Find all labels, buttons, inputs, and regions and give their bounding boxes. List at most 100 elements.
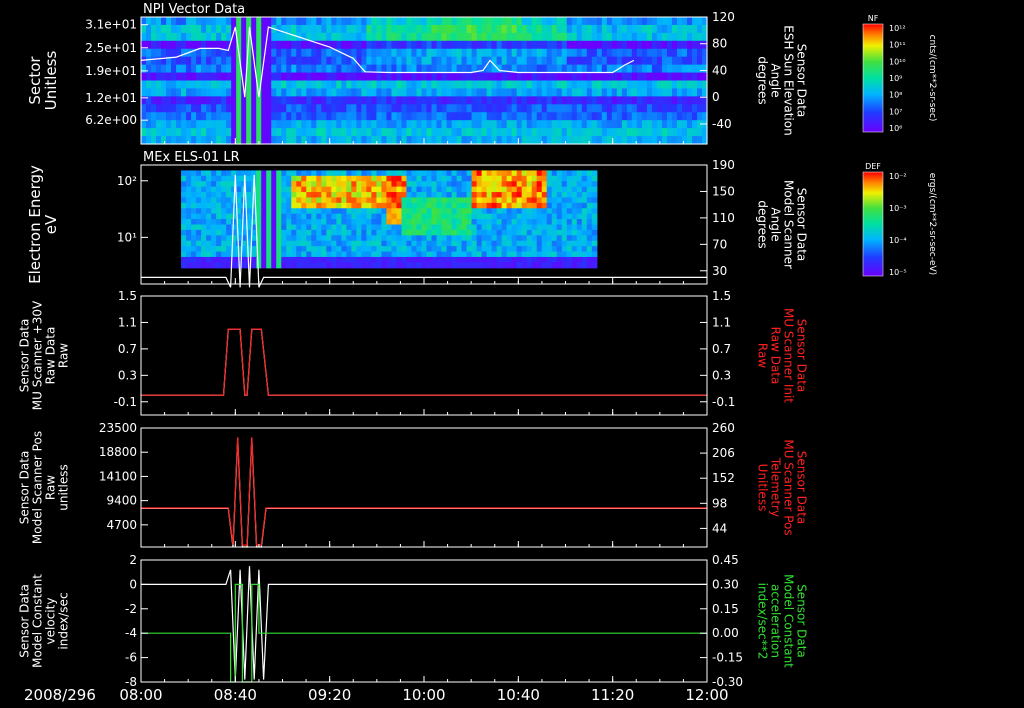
- els-heatmap-cell: [401, 251, 408, 258]
- els-heatmap-cell: [426, 208, 433, 215]
- y-axis-title-line: Unitless: [42, 51, 60, 111]
- els-heatmap-cell: [311, 208, 317, 215]
- npi-heatmap-cell: [341, 17, 347, 26]
- npi-heatmap-cell: [511, 56, 518, 66]
- npi-heatmap-cell: [386, 48, 393, 58]
- els-heatmap-cell: [461, 197, 468, 204]
- els-heatmap-cell: [346, 170, 352, 177]
- els-heatmap-cell: [446, 240, 453, 247]
- npi-heatmap-cell: [301, 128, 307, 137]
- els-heatmap-cell: [356, 251, 362, 258]
- els-heatmap-cell: [336, 186, 342, 193]
- els-heatmap-cell: [301, 240, 307, 247]
- els-heatmap-cell: [321, 219, 327, 226]
- npi-heatmap-cell: [241, 32, 247, 42]
- els-heatmap-cell: [331, 256, 337, 263]
- npi-heatmap-cell: [681, 80, 688, 90]
- npi-heatmap-cell: [196, 136, 202, 145]
- els-heatmap-cell: [206, 224, 212, 231]
- npi-heatmap-cell: [461, 120, 468, 129]
- npi-heatmap-cell: [551, 80, 558, 90]
- els-heatmap-cell: [551, 235, 558, 242]
- els-heatmap-cell: [196, 202, 202, 209]
- els-heatmap-cell: [386, 246, 393, 253]
- els-heatmap-cell: [511, 202, 518, 209]
- npi-heatmap-cell: [676, 24, 683, 34]
- npi-heatmap-cell: [496, 120, 503, 129]
- npi-heatmap-cell: [186, 104, 192, 113]
- els-heatmap-cell: [211, 256, 217, 263]
- npi-heatmap-cell: [276, 96, 282, 105]
- npi-heatmap-cell: [231, 128, 237, 137]
- els-heatmap-cell: [311, 224, 317, 231]
- npi-heatmap-cell: [526, 32, 533, 42]
- els-heatmap-cell: [341, 170, 347, 177]
- npi-heatmap-cell: [371, 136, 378, 145]
- npi-heatmap-cell: [326, 96, 332, 105]
- npi-heatmap-cell: [341, 88, 347, 97]
- npi-heatmap-cell: [661, 88, 668, 97]
- els-heatmap-cell: [421, 202, 428, 209]
- els-heatmap-cell: [551, 202, 558, 209]
- npi-heatmap-cell: [641, 17, 648, 26]
- els-heatmap-cell: [271, 256, 277, 263]
- npi-heatmap-cell: [211, 80, 217, 90]
- els-heatmap-cell: [201, 219, 207, 226]
- npi-heatmap-cell: [641, 64, 648, 74]
- npi-heatmap-cell: [421, 24, 428, 34]
- npi-heatmap-cell: [411, 48, 418, 58]
- els-heatmap-cell: [541, 224, 548, 231]
- npi-heatmap-cell: [511, 72, 518, 82]
- els-heatmap-cell: [281, 224, 287, 231]
- npi-heatmap-cell: [416, 104, 423, 113]
- els-heatmap-cell: [506, 251, 513, 258]
- els-heatmap-cell: [566, 229, 573, 236]
- els-heatmap-cell: [326, 192, 332, 199]
- npi-heatmap-cell: [361, 80, 367, 90]
- els-heatmap-cell: [471, 262, 478, 269]
- npi-heatmap-cell: [541, 96, 548, 105]
- npi-heatmap-cell: [391, 24, 398, 34]
- npi-heatmap-cell: [371, 112, 378, 121]
- npi-heatmap-cell: [551, 48, 558, 58]
- els-heatmap-cell: [456, 208, 463, 215]
- npi-heatmap-cell: [546, 120, 553, 129]
- els-heatmap-cell: [531, 229, 538, 236]
- y-tick-label: 0.3: [118, 368, 137, 382]
- els-heatmap-cell: [551, 224, 558, 231]
- npi-heatmap-cell: [691, 128, 698, 137]
- npi-heatmap-cell: [416, 32, 423, 42]
- els-heatmap-cell: [566, 170, 573, 177]
- npi-heatmap-cell: [401, 56, 408, 66]
- els-heatmap-cell: [351, 213, 357, 220]
- npi-heatmap-cell: [356, 80, 362, 90]
- npi-heatmap-cell: [421, 64, 428, 74]
- els-heatmap-cell: [416, 262, 423, 269]
- els-heatmap-cell: [341, 192, 347, 199]
- els-heatmap-cell: [341, 213, 347, 220]
- els-heatmap-cell: [401, 240, 408, 247]
- npi-heatmap-cell: [386, 120, 393, 129]
- els-heatmap-cell: [361, 197, 367, 204]
- npi-heatmap-cell: [271, 80, 277, 90]
- npi-heatmap-cell: [681, 88, 688, 97]
- npi-heatmap-cell: [281, 104, 287, 113]
- npi-heatmap-cell: [156, 128, 162, 137]
- els-heatmap-cell: [491, 197, 498, 204]
- npi-heatmap-cell: [281, 32, 287, 42]
- els-heatmap-cell: [376, 219, 383, 226]
- els-heatmap-cell: [476, 186, 483, 193]
- els-heatmap-cell: [331, 202, 337, 209]
- npi-heatmap-cell: [306, 88, 312, 97]
- npi-heatmap-cell: [696, 64, 703, 74]
- npi-heatmap-cell: [631, 24, 638, 34]
- els-heatmap-cell: [526, 246, 533, 253]
- npi-heatmap-cell: [576, 56, 583, 66]
- npi-heatmap-cell: [531, 72, 538, 82]
- els-heatmap-cell: [181, 192, 187, 199]
- els-heatmap-cell: [406, 202, 413, 209]
- npi-heatmap-cell: [321, 80, 327, 90]
- els-heatmap-cell: [396, 251, 403, 258]
- npi-heatmap-cell: [396, 80, 403, 90]
- els-heatmap-cell: [326, 170, 332, 177]
